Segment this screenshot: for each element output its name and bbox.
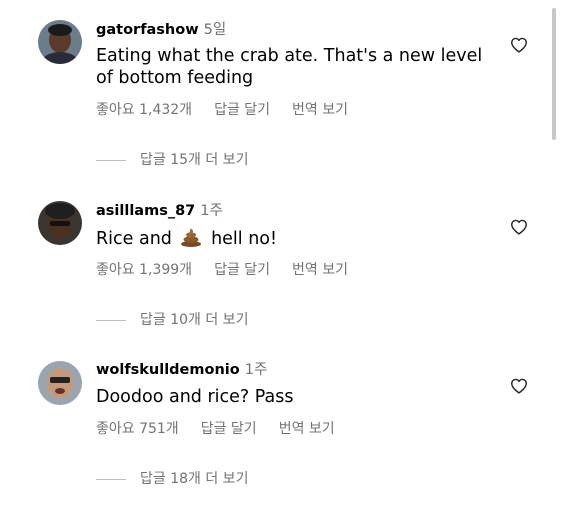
comment-actions: 좋아요 1,432개 답글 달기 번역 보기 bbox=[96, 101, 370, 119]
reply-button[interactable]: 답글 달기 bbox=[201, 421, 257, 437]
replies-divider bbox=[96, 478, 126, 480]
comment-header: wolfskulldemonio 1주 bbox=[96, 361, 267, 379]
reply-button[interactable]: 답글 달기 bbox=[214, 262, 270, 278]
comment-text: Rice and hell no! bbox=[96, 227, 496, 250]
username[interactable]: gatorfashow bbox=[96, 22, 199, 38]
reply-button[interactable]: 답글 달기 bbox=[214, 102, 270, 118]
view-replies-label: 답글 10개 더 보기 bbox=[140, 312, 249, 328]
likes-count[interactable]: 좋아요 1,399개 bbox=[96, 262, 192, 278]
heart-outline-icon[interactable] bbox=[510, 219, 528, 235]
comment-text: Doodoo and rice? Pass bbox=[96, 387, 294, 407]
avatar[interactable] bbox=[38, 20, 82, 64]
comment-text-start: Rice and bbox=[96, 229, 172, 249]
timestamp[interactable]: 5일 bbox=[204, 22, 227, 38]
heart-outline-icon[interactable] bbox=[510, 37, 528, 53]
poop-emoji-icon bbox=[180, 227, 202, 247]
likes-count[interactable]: 좋아요 1,432개 bbox=[96, 102, 192, 118]
timestamp[interactable]: 1주 bbox=[245, 362, 268, 378]
replies-divider bbox=[96, 159, 126, 161]
avatar[interactable] bbox=[38, 201, 82, 245]
replies-divider bbox=[96, 319, 126, 321]
username[interactable]: wolfskulldemonio bbox=[96, 362, 240, 378]
view-replies-button[interactable]: 답글 15개 더 보기 bbox=[96, 151, 248, 169]
comment-actions: 좋아요 751개 답글 달기 번역 보기 bbox=[96, 420, 357, 438]
scrollbar[interactable] bbox=[552, 8, 556, 140]
translate-button[interactable]: 번역 보기 bbox=[279, 421, 335, 437]
translate-button[interactable]: 번역 보기 bbox=[292, 102, 348, 118]
view-replies-button[interactable]: 답글 10개 더 보기 bbox=[96, 311, 248, 329]
comment-actions: 좋아요 1,399개 답글 달기 번역 보기 bbox=[96, 261, 370, 279]
comment-text-end: hell no! bbox=[211, 229, 278, 249]
view-replies-label: 답글 18개 더 보기 bbox=[140, 471, 249, 487]
comment-header: asilllams_87 1주 bbox=[96, 202, 223, 220]
heart-outline-icon[interactable] bbox=[510, 378, 528, 394]
comment-header: gatorfashow 5일 bbox=[96, 21, 226, 39]
timestamp[interactable]: 1주 bbox=[200, 203, 223, 219]
translate-button[interactable]: 번역 보기 bbox=[292, 262, 348, 278]
comment-text: Eating what the crab ate. That's a new l… bbox=[96, 46, 483, 88]
view-replies-button[interactable]: 답글 18개 더 보기 bbox=[96, 470, 248, 488]
likes-count[interactable]: 좋아요 751개 bbox=[96, 421, 179, 437]
avatar[interactable] bbox=[38, 361, 82, 405]
username[interactable]: asilllams_87 bbox=[96, 203, 195, 219]
view-replies-label: 답글 15개 더 보기 bbox=[140, 152, 249, 168]
